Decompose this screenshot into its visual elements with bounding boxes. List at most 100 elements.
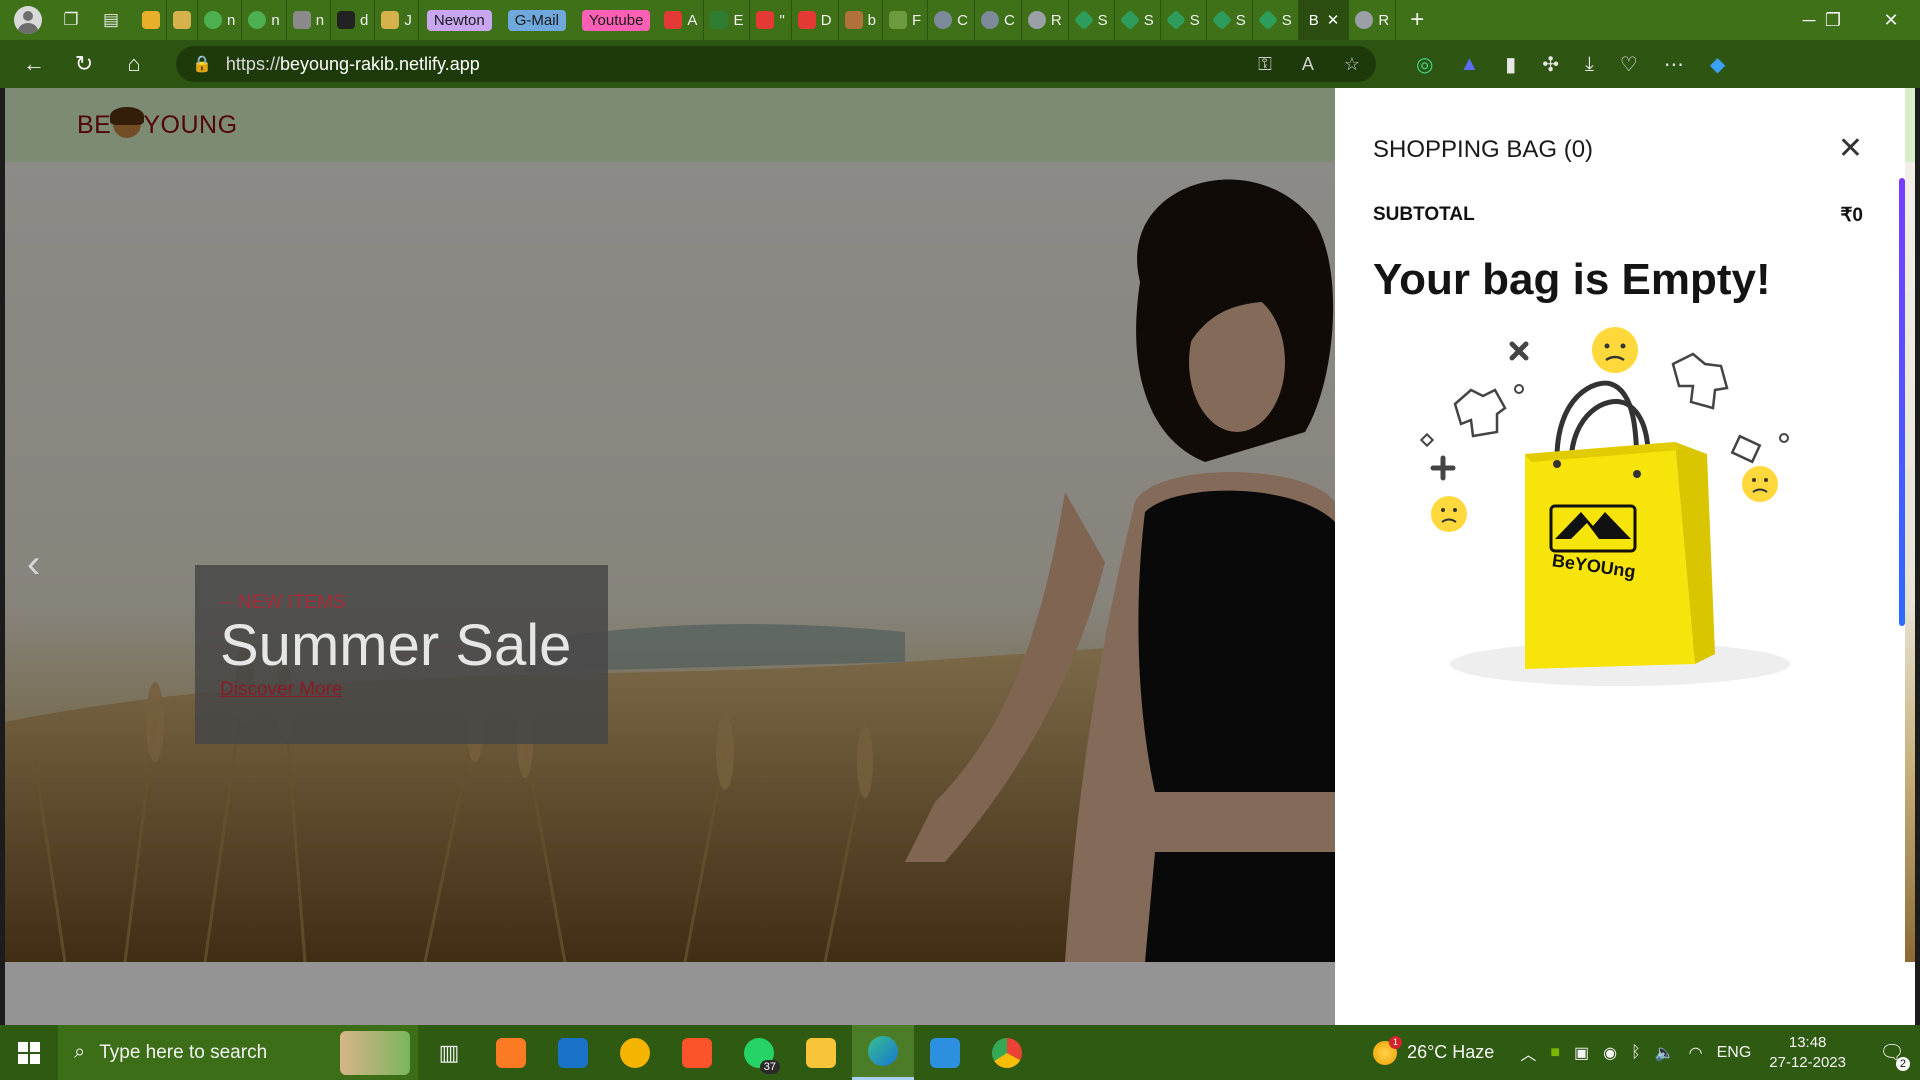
weather-widget[interactable]: 1 26°C Haze bbox=[1373, 1035, 1494, 1065]
lock-icon[interactable]: 🔒 bbox=[192, 54, 212, 74]
browser-tab[interactable]: C bbox=[928, 0, 975, 40]
back-arrow-icon[interactable]: ← bbox=[14, 44, 54, 84]
more-menu-icon[interactable]: ⋯ bbox=[1664, 52, 1684, 77]
browser-tab[interactable]: n bbox=[242, 0, 287, 40]
slack-favicon-icon bbox=[142, 11, 160, 29]
clock[interactable]: 13:48 27-12-2023 bbox=[1769, 1033, 1846, 1073]
subtotal-value: ₹0 bbox=[1840, 205, 1863, 226]
browser-tab[interactable]: n bbox=[287, 0, 332, 40]
search-icon: ⌕ bbox=[74, 1041, 86, 1063]
browser-tab[interactable]: D bbox=[792, 0, 839, 40]
file-explorer-app-icon[interactable] bbox=[790, 1025, 852, 1080]
browser-tab[interactable]: A bbox=[658, 0, 705, 40]
url-scheme: https:// bbox=[225, 53, 280, 74]
close-tab-icon[interactable]: ✕ bbox=[1327, 11, 1340, 29]
browser-tab[interactable]: J bbox=[375, 0, 419, 40]
sad-emoji-icon bbox=[1592, 327, 1638, 373]
drawer-title: SHOPPING BAG (0) bbox=[1373, 136, 1594, 163]
browser-tab[interactable]: b bbox=[839, 0, 883, 40]
task-view-icon[interactable]: ▥ bbox=[418, 1025, 480, 1080]
site-favicon-icon bbox=[888, 11, 907, 29]
bookmark-youtube[interactable]: Youtube bbox=[581, 9, 651, 31]
notification-count-badge: 2 bbox=[1895, 1057, 1910, 1071]
language-indicator[interactable]: ENG bbox=[1717, 1044, 1752, 1062]
youtube-favicon-icon bbox=[664, 11, 683, 29]
dim-overlay-header[interactable] bbox=[5, 88, 1340, 162]
browser-tab[interactable]: S bbox=[1115, 0, 1161, 40]
webcam-icon[interactable]: ◉ bbox=[1603, 1043, 1617, 1063]
display-icon[interactable]: ▣ bbox=[1574, 1043, 1589, 1063]
xampp-app-icon[interactable] bbox=[480, 1025, 542, 1080]
browser-tab[interactable]: S bbox=[1069, 0, 1115, 40]
drawer-scrollbar[interactable] bbox=[1899, 178, 1905, 626]
reload-icon[interactable]: ↻ bbox=[64, 44, 104, 84]
bookmark-gmail[interactable]: G-Mail bbox=[507, 9, 566, 31]
browser-tab[interactable] bbox=[136, 0, 167, 40]
browser-tab[interactable]: d bbox=[331, 0, 376, 40]
github-favicon-icon bbox=[1027, 11, 1046, 29]
copilot-icon[interactable]: ◆ bbox=[1710, 52, 1725, 77]
browser-tab[interactable]: F bbox=[883, 0, 929, 40]
browser-tab[interactable]: n bbox=[198, 0, 243, 40]
notification-center-button[interactable]: 🗨 2 bbox=[1872, 1040, 1912, 1071]
vscode-app-icon[interactable] bbox=[914, 1025, 976, 1080]
close-icon[interactable]: ✕ bbox=[1838, 134, 1863, 164]
vertical-tabs-icon[interactable]: ▤ bbox=[100, 9, 122, 31]
rewards-app-icon[interactable] bbox=[604, 1025, 666, 1080]
site-favicon-icon bbox=[204, 11, 222, 29]
plus-icon bbox=[1430, 455, 1456, 481]
promo-headline: Summer Sale bbox=[220, 613, 572, 678]
extension-stats-icon[interactable]: ▮ bbox=[1505, 52, 1516, 77]
medium-favicon-icon bbox=[337, 11, 356, 29]
profile-avatar-icon[interactable] bbox=[14, 6, 42, 34]
home-icon[interactable]: ⌂ bbox=[114, 44, 154, 84]
chrome-app-icon[interactable] bbox=[976, 1025, 1038, 1080]
close-window-button[interactable]: ✕ bbox=[1868, 0, 1914, 40]
outlook-app-icon[interactable] bbox=[542, 1025, 604, 1080]
tab-title: b bbox=[867, 11, 876, 29]
browser-tab[interactable]: S bbox=[1161, 0, 1207, 40]
browser-tab[interactable]: E bbox=[704, 0, 751, 40]
volume-icon[interactable]: 🔈 bbox=[1655, 1043, 1675, 1063]
site-favicon-icon bbox=[710, 11, 729, 29]
edge-app-icon[interactable] bbox=[852, 1025, 914, 1080]
workspaces-icon[interactable]: ❐ bbox=[60, 9, 82, 31]
favorite-star-icon[interactable]: ☆ bbox=[1344, 54, 1360, 75]
new-tab-button[interactable]: + bbox=[1396, 0, 1438, 40]
browser-tab[interactable]: C bbox=[975, 0, 1022, 40]
tab-title: R bbox=[1050, 11, 1062, 29]
browser-essentials-icon[interactable]: ♡ bbox=[1620, 52, 1638, 77]
tab-title: n bbox=[227, 11, 236, 29]
whatsapp-app-icon[interactable]: 37 bbox=[728, 1025, 790, 1080]
tab-title: F bbox=[911, 11, 922, 29]
address-bar[interactable]: 🔒 https:// beyoung-rakib.netlify.app ⚿ A… bbox=[176, 46, 1376, 82]
browser-tab[interactable]: " bbox=[750, 0, 792, 40]
extension-target-icon[interactable]: ◎ bbox=[1416, 52, 1433, 77]
extensions-puzzle-icon[interactable]: ✣ bbox=[1542, 52, 1559, 77]
dim-overlay-bottom[interactable] bbox=[5, 962, 1340, 1025]
discover-more-link[interactable]: Discover More bbox=[220, 679, 583, 701]
browser-tab[interactable]: S bbox=[1207, 0, 1253, 40]
read-aloud-icon[interactable]: A bbox=[1302, 54, 1314, 75]
carousel-prev-arrow-icon[interactable]: ‹ bbox=[27, 542, 40, 587]
restore-button[interactable]: ❐ bbox=[1810, 0, 1856, 40]
browser-tab[interactable] bbox=[167, 0, 198, 40]
browser-tab[interactable]: R bbox=[1349, 0, 1397, 40]
browser-tab[interactable]: R bbox=[1022, 0, 1069, 40]
dim-overlay[interactable] bbox=[5, 162, 1340, 962]
downloads-icon[interactable]: ⤓ bbox=[1585, 53, 1594, 76]
active-browser-tab[interactable]: B ✕ bbox=[1298, 0, 1350, 40]
browser-tab[interactable]: S bbox=[1253, 0, 1299, 40]
taskbar-search-input[interactable]: ⌕ Type here to search bbox=[58, 1025, 418, 1080]
nvidia-icon[interactable]: ■ bbox=[1550, 1044, 1560, 1062]
chevron-up-icon[interactable]: ︿ bbox=[1520, 1041, 1536, 1065]
sad-emoji-icon bbox=[1431, 496, 1467, 532]
extension-proton-icon[interactable]: ▲ bbox=[1459, 53, 1479, 76]
wifi-icon[interactable]: ◠ bbox=[1689, 1043, 1703, 1063]
cross-icon bbox=[1509, 341, 1529, 361]
bluetooth-icon[interactable]: ᛒ bbox=[1631, 1044, 1641, 1062]
windows-start-button[interactable] bbox=[0, 1025, 58, 1080]
brave-app-icon[interactable] bbox=[666, 1025, 728, 1080]
password-key-icon[interactable]: ⚿ bbox=[1258, 54, 1272, 75]
bookmark-newton[interactable]: Newton bbox=[426, 9, 492, 31]
